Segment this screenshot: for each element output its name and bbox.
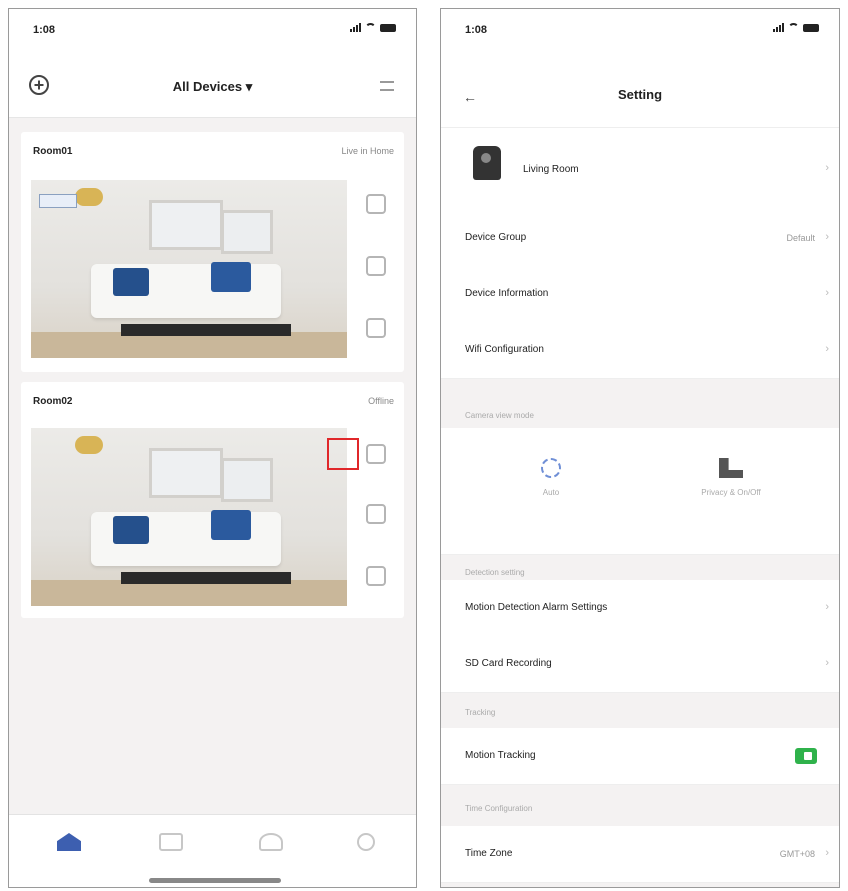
settings-row[interactable]: Motion Detection Alarm Settings › — [441, 580, 839, 637]
status-icons — [773, 23, 819, 32]
playback-icon[interactable] — [366, 444, 386, 464]
device-filter-dropdown[interactable]: All Devices ▾ — [9, 79, 416, 95]
settings-list: Living Room › Device Group Default › Dev… — [441, 128, 839, 887]
mode-auto[interactable]: Auto — [491, 458, 611, 497]
device-card[interactable]: Room01 Live in Home — [21, 132, 404, 372]
settings-row[interactable]: Time Zone GMT+08 › — [441, 826, 839, 883]
row-label: Motion Tracking — [465, 750, 536, 761]
row-label: Motion Detection Alarm Settings — [465, 602, 608, 613]
status-time: 1:08 — [465, 24, 488, 36]
privacy-mode-icon — [719, 458, 743, 478]
wifi-icon — [365, 23, 376, 32]
motion-tracking-toggle[interactable] — [795, 748, 817, 764]
status-bar: 1:08 — [9, 9, 416, 53]
mode-privacy[interactable]: Privacy & On/Off — [671, 458, 791, 497]
section-header: Time Configuration — [465, 804, 533, 813]
status-bar: 1:08 — [441, 9, 839, 53]
device-name: Room02 — [33, 396, 73, 407]
camera-preview[interactable] — [31, 428, 347, 606]
devices-screen: 1:08 All Devices ▾ Room01 Live in Home R… — [8, 8, 417, 888]
status-icons — [350, 23, 396, 32]
chevron-right-icon: › — [825, 231, 829, 243]
settings-header: ← Setting — [441, 57, 839, 128]
device-status: Live in Home — [341, 146, 394, 156]
settings-screen: 1:08 ← Setting Living Room › Device Grou… — [440, 8, 840, 888]
row-label: Device Group — [465, 232, 527, 243]
settings-row[interactable]: Wifi Configuration › — [441, 322, 839, 379]
row-label: Device Information — [465, 288, 549, 299]
page-title: Setting — [617, 87, 663, 102]
row-label: SD Card Recording — [465, 658, 552, 669]
chevron-right-icon: › — [825, 847, 829, 859]
highlight-box — [327, 438, 359, 470]
row-label: Time Zone — [465, 848, 513, 859]
chevron-right-icon: › — [825, 601, 829, 613]
menu-icon[interactable] — [380, 81, 394, 91]
signal-icon — [350, 23, 361, 32]
settings-row[interactable]: Device Information › — [441, 266, 839, 323]
row-value: GMT+08 — [779, 849, 815, 859]
scene-icon[interactable] — [159, 833, 183, 851]
home-indicator — [149, 878, 281, 883]
device-list: Room01 Live in Home Room02 Offline — [9, 118, 416, 815]
settings-row: Motion Tracking — [441, 728, 839, 785]
settings-row[interactable]: Device Group Default › — [441, 210, 839, 267]
chevron-right-icon: › — [825, 343, 829, 355]
battery-icon — [380, 24, 396, 32]
mode-label: Privacy & On/Off — [701, 488, 761, 497]
device-name: Room01 — [33, 146, 73, 157]
me-icon[interactable] — [357, 833, 375, 851]
row-label: Wifi Configuration — [465, 344, 544, 355]
camera-preview[interactable] — [31, 180, 347, 358]
section-header: Camera view mode — [465, 411, 534, 420]
status-time: 1:08 — [33, 24, 56, 36]
settings-row[interactable]: SD Card Recording › — [441, 636, 839, 693]
chevron-right-icon: › — [825, 287, 829, 299]
wifi-icon — [788, 23, 799, 32]
chevron-right-icon: › — [825, 162, 829, 174]
mall-icon[interactable] — [259, 833, 283, 851]
device-row[interactable]: Living Room › — [441, 128, 839, 211]
chevron-right-icon: › — [825, 657, 829, 669]
mode-label: Auto — [542, 488, 560, 497]
settings-icon[interactable] — [366, 318, 386, 338]
app-header: All Devices ▾ — [9, 57, 416, 118]
share-icon[interactable] — [366, 256, 386, 276]
live-badge — [39, 194, 77, 208]
device-card[interactable]: Room02 Offline — [21, 382, 404, 618]
signal-icon — [773, 23, 784, 32]
home-icon[interactable] — [57, 833, 81, 851]
auto-mode-icon — [541, 458, 561, 478]
camera-icon — [473, 146, 501, 180]
section-header: Tracking — [465, 708, 496, 717]
settings-icon[interactable] — [366, 566, 386, 586]
section-header: Detection setting — [465, 568, 525, 577]
device-status: Offline — [368, 396, 394, 406]
tab-bar — [9, 814, 416, 887]
mode-row: Auto Privacy & On/Off — [441, 428, 839, 555]
row-value: Default — [786, 233, 815, 243]
device-name: Living Room — [523, 164, 579, 175]
playback-icon[interactable] — [366, 194, 386, 214]
battery-icon — [803, 24, 819, 32]
share-icon[interactable] — [366, 504, 386, 524]
